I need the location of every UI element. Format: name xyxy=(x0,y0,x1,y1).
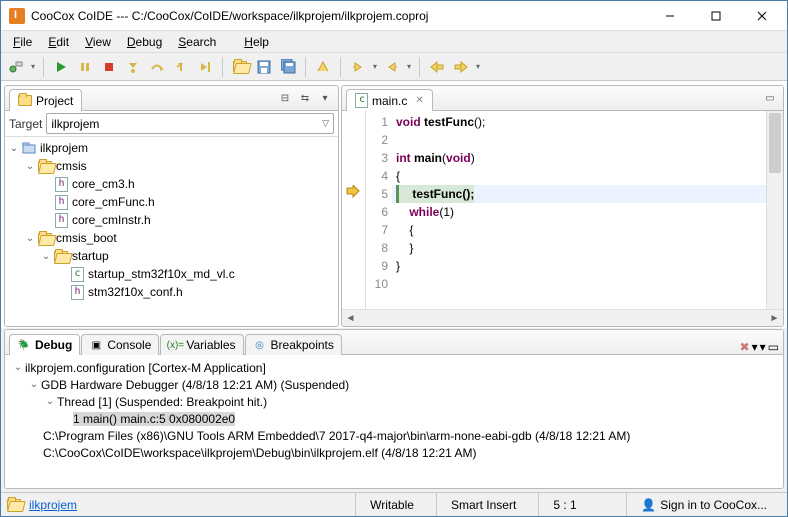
tree-root[interactable]: ⌄ilkprojem xyxy=(5,139,338,157)
stack-frame-selected[interactable]: 1 main() main.c:5 0x080002e0 xyxy=(73,412,235,426)
next-annotation-button[interactable] xyxy=(347,56,369,78)
maximize-panel-button[interactable]: ▭ xyxy=(768,340,779,354)
step-over-button[interactable] xyxy=(146,56,168,78)
project-view: Project ⊟ ⇆ ▾ Target ilkprojem ▽ ⌄ilkpro… xyxy=(4,85,339,327)
target-value: ilkprojem xyxy=(51,117,99,131)
prev-annotation-button[interactable] xyxy=(381,56,403,78)
maximize-editor-button[interactable]: ▭ xyxy=(761,89,779,107)
chevron-down-icon: ▽ xyxy=(322,118,329,129)
debug-tree[interactable]: ⌄ilkprojem.configuration [Cortex-M Appli… xyxy=(5,355,783,488)
statusbar: ilkprojem Writable Smart Insert 5 : 1 👤S… xyxy=(1,492,787,516)
code-area[interactable]: void testFunc(); int main(void) { testFu… xyxy=(392,111,766,309)
bug-icon: 🪲 xyxy=(17,338,31,352)
minimize-button[interactable] xyxy=(647,1,693,31)
debug-remove-button[interactable]: ✖ xyxy=(740,340,750,354)
editor-hscrollbar[interactable]: ◄► xyxy=(342,309,783,326)
project-tab[interactable]: Project xyxy=(9,89,82,111)
debug-drop-button[interactable]: ▾ xyxy=(752,340,758,354)
tab-debug[interactable]: 🪲Debug xyxy=(9,334,80,355)
console-icon: ▣ xyxy=(89,338,103,352)
menu-debug[interactable]: Debug xyxy=(119,33,170,51)
status-insert-mode: Smart Insert xyxy=(436,493,530,516)
marker-gutter xyxy=(342,111,366,309)
toggle-mark-button[interactable] xyxy=(312,56,334,78)
tab-console[interactable]: ▣Console xyxy=(81,334,159,355)
user-icon: 👤 xyxy=(641,498,656,512)
maximize-button[interactable] xyxy=(693,1,739,31)
app-icon xyxy=(9,8,25,24)
debug-session-button[interactable] xyxy=(5,56,27,78)
nav-forward-button[interactable] xyxy=(450,56,472,78)
window-title: CooCox CoIDE --- C:/CooCox/CoIDE/workspa… xyxy=(31,9,647,23)
tree-cmsis-boot[interactable]: ⌄cmsis_boot xyxy=(5,229,338,247)
dropdown-icon[interactable]: ▾ xyxy=(371,56,379,78)
main-toolbar: ▾ ▾ ▾ ▾ xyxy=(1,53,787,81)
close-tab-icon[interactable]: ✕ xyxy=(415,95,423,106)
panel-menu-button[interactable]: ▾ xyxy=(760,340,766,354)
status-writable: Writable xyxy=(355,493,428,516)
dropdown-icon[interactable]: ▾ xyxy=(29,56,37,78)
run-to-line-button[interactable] xyxy=(194,56,216,78)
tree-cmsis[interactable]: ⌄cmsis xyxy=(5,157,338,175)
variables-icon: (x)= xyxy=(168,338,182,352)
menubar: File Edit View Debug Search Help xyxy=(1,31,787,53)
tree-file[interactable]: core_cmInstr.h xyxy=(5,211,338,229)
tree-file[interactable]: startup_stm32f10x_md_vl.c xyxy=(5,265,338,283)
target-combo[interactable]: ilkprojem ▽ xyxy=(46,113,334,134)
menu-help[interactable]: Help xyxy=(236,33,277,51)
target-label: Target xyxy=(9,117,42,131)
tab-label: main.c xyxy=(372,94,407,108)
status-project-link[interactable]: ilkprojem xyxy=(29,498,77,512)
open-button[interactable] xyxy=(229,56,251,78)
dropdown-icon[interactable]: ▾ xyxy=(474,56,482,78)
dropdown-icon[interactable]: ▾ xyxy=(405,56,413,78)
tab-label: Project xyxy=(36,94,73,108)
menu-edit[interactable]: Edit xyxy=(40,33,77,51)
collapse-all-button[interactable]: ⊟ xyxy=(276,89,294,107)
menu-search[interactable]: Search xyxy=(170,33,224,51)
cfile-icon xyxy=(355,93,368,108)
breakpoints-icon: ◎ xyxy=(253,338,267,352)
run-button[interactable] xyxy=(50,56,72,78)
line-numbers: 12345678910 xyxy=(366,111,392,309)
save-button[interactable] xyxy=(253,56,275,78)
link-editor-button[interactable]: ⇆ xyxy=(296,89,314,107)
status-cursor-pos: 5 : 1 xyxy=(538,493,618,516)
editor-tab-mainc[interactable]: main.c ✕ xyxy=(346,89,433,111)
tree-file[interactable]: core_cm3.h xyxy=(5,175,338,193)
step-return-button[interactable] xyxy=(170,56,192,78)
menu-file[interactable]: File xyxy=(5,33,40,51)
menu-view[interactable]: View xyxy=(77,33,119,51)
code-editor[interactable]: 12345678910 void testFunc(); int main(vo… xyxy=(342,111,783,309)
tab-breakpoints[interactable]: ◎Breakpoints xyxy=(245,334,342,355)
save-all-button[interactable] xyxy=(277,56,299,78)
tree-startup[interactable]: ⌄startup xyxy=(5,247,338,265)
step-into-button[interactable] xyxy=(122,56,144,78)
instruction-pointer-icon xyxy=(346,185,360,199)
tree-file[interactable]: core_cmFunc.h xyxy=(5,193,338,211)
status-signin[interactable]: 👤Sign in to CooCox... xyxy=(626,493,781,516)
tab-variables[interactable]: (x)=Variables xyxy=(160,334,243,355)
folder-open-icon xyxy=(233,61,247,72)
editor-view: main.c ✕ ▭ 12345678910 void testFunc(); … xyxy=(341,85,784,327)
editor-vscrollbar[interactable] xyxy=(766,111,783,309)
nav-back-button[interactable] xyxy=(426,56,448,78)
titlebar: CooCox CoIDE --- C:/CooCox/CoIDE/workspa… xyxy=(1,1,787,31)
close-button[interactable] xyxy=(739,1,785,31)
stop-button[interactable] xyxy=(98,56,120,78)
app-window: CooCox CoIDE --- C:/CooCox/CoIDE/workspa… xyxy=(0,0,788,517)
folder-icon xyxy=(18,95,32,106)
pause-button[interactable] xyxy=(74,56,96,78)
tree-file[interactable]: stm32f10x_conf.h xyxy=(5,283,338,301)
project-tree[interactable]: ⌄ilkprojem ⌄cmsis core_cm3.h core_cmFunc… xyxy=(5,137,338,326)
view-menu-button[interactable]: ▾ xyxy=(316,89,334,107)
folder-open-icon xyxy=(7,499,21,510)
bottom-panel: 🪲Debug ▣Console (x)=Variables ◎Breakpoin… xyxy=(4,329,784,489)
